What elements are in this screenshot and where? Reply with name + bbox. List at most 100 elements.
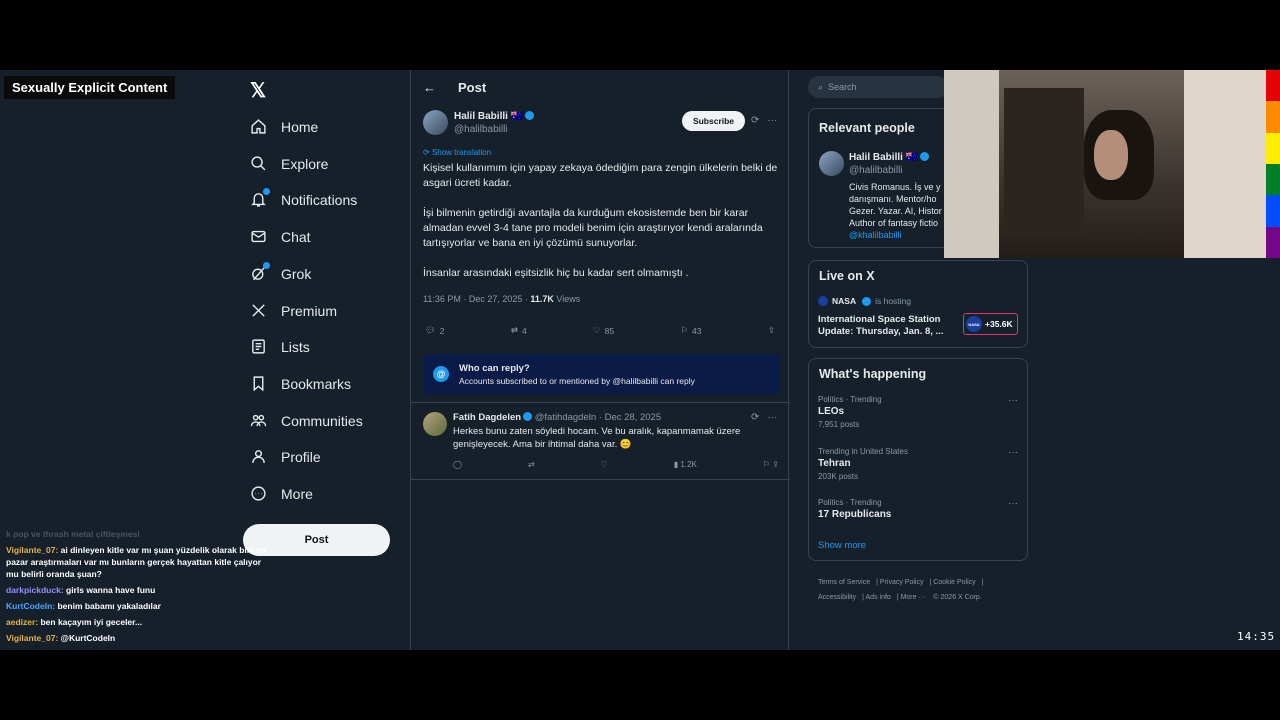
relevant-person[interactable]: Halil Babilli 🇦🇺 @halilbabilli Civis Rom… bbox=[849, 151, 944, 242]
avatar[interactable] bbox=[819, 151, 844, 176]
author-handle[interactable]: @halilbabilli bbox=[454, 123, 534, 136]
chat-text: ben kaçayım iyi geceler... bbox=[38, 617, 143, 627]
relevant-person-handle[interactable]: @halilbabilli bbox=[849, 164, 944, 177]
show-translation-link[interactable]: ⟳ Show translation bbox=[423, 148, 491, 157]
search-input[interactable]: ⌕ Search bbox=[808, 76, 948, 98]
post-actions: 💬︎ 2 ⇄ 4 ♡ 85 ⚐ 43 ⇪ bbox=[425, 325, 775, 336]
chat-text: benim babamı yakaladılar bbox=[55, 601, 161, 611]
nav-communities[interactable]: Communities bbox=[250, 412, 363, 429]
footer-link[interactable]: Ads info bbox=[866, 594, 891, 601]
more-options-icon[interactable]: ··· bbox=[1008, 395, 1018, 406]
chat-text: @KurtCodeIn bbox=[58, 633, 116, 643]
x-logo-icon[interactable]: 𝕏 bbox=[250, 78, 266, 103]
grok-badge bbox=[263, 262, 270, 269]
nav-home[interactable]: Home bbox=[250, 118, 318, 135]
nav-chat[interactable]: Chat bbox=[250, 228, 311, 245]
share-icon: ⇪ bbox=[767, 325, 775, 335]
post-author[interactable]: Halil Babilli 🇦🇺 @halilbabilli bbox=[423, 110, 535, 136]
who-can-reply-box: @ Who can reply? Accounts subscribed to … bbox=[423, 354, 780, 394]
relevant-person-bio: Civis Romanus. İş ve y danışmanı. Mentor… bbox=[849, 182, 942, 228]
grok-icon[interactable]: ⟳ bbox=[751, 115, 759, 126]
like-action[interactable]: ♡ 85 bbox=[593, 325, 614, 336]
nav-premium[interactable]: Premium bbox=[250, 302, 337, 319]
trend-title: 17 Republicans bbox=[818, 509, 892, 520]
show-translation-label: Show translation bbox=[431, 148, 492, 157]
nav-bookmarks[interactable]: Bookmarks bbox=[250, 375, 351, 392]
more-options-icon[interactable]: ··· bbox=[1008, 498, 1018, 509]
chat-user: aedizer: bbox=[6, 617, 39, 627]
relevant-people-title: Relevant people bbox=[819, 121, 915, 135]
post-paragraph: İnsanlar arasındaki eşitsizlik hiç bu ka… bbox=[423, 267, 689, 279]
avatar[interactable] bbox=[423, 412, 447, 436]
verified-icon bbox=[525, 111, 535, 120]
verified-icon bbox=[862, 296, 872, 306]
footer-link[interactable]: Privacy Policy bbox=[880, 579, 924, 586]
divider bbox=[411, 402, 790, 403]
bell-icon bbox=[250, 188, 270, 208]
bookmark-action[interactable]: ⚐ 43 bbox=[680, 325, 701, 336]
heart-icon[interactable]: ♡ bbox=[601, 460, 608, 469]
subscribe-button[interactable]: Subscribe bbox=[682, 111, 745, 131]
chat-text: girls wanna have funu bbox=[63, 585, 156, 595]
bookmark-icon[interactable]: ⚐ bbox=[763, 460, 770, 469]
reply-handle-date[interactable]: @fatihdagdeln · Dec 28, 2025 bbox=[535, 412, 661, 423]
show-more-link[interactable]: Show more bbox=[818, 540, 866, 551]
reply-author-name[interactable]: Fatih Dagdelen bbox=[453, 412, 521, 423]
avatar[interactable] bbox=[423, 110, 448, 135]
more-options-icon[interactable]: ··· bbox=[767, 412, 777, 423]
nav-more[interactable]: More bbox=[250, 485, 313, 502]
footer-link[interactable]: Accessibility bbox=[818, 594, 856, 601]
reply-top-icons: ⟳ ··· bbox=[751, 412, 777, 423]
nav-profile[interactable]: Profile bbox=[250, 448, 321, 465]
whats-happening-title: What's happening bbox=[819, 367, 927, 381]
views-action[interactable]: ▮ 1.2K bbox=[674, 460, 697, 469]
repost-icon: ⇄ bbox=[510, 325, 518, 335]
live-host[interactable]: NASA is hosting bbox=[818, 296, 911, 306]
chat-line: darkpickduck: girls wanna have funu bbox=[6, 584, 276, 596]
footer-link[interactable]: More ··· bbox=[901, 594, 926, 601]
reply-icon[interactable]: ◯ bbox=[453, 460, 462, 469]
repost-icon[interactable]: ⇄ bbox=[528, 460, 535, 469]
live-count-value: +35.6K bbox=[985, 319, 1013, 329]
relevant-person-mention[interactable]: @khalilbabilli bbox=[849, 229, 944, 242]
live-event-title[interactable]: International Space Station Update: Thur… bbox=[818, 314, 958, 338]
author-name[interactable]: Halil Babilli bbox=[454, 111, 508, 122]
page-title: Post bbox=[458, 80, 487, 95]
relevant-person-name[interactable]: Halil Babilli bbox=[849, 152, 903, 163]
live-title: Live on X bbox=[819, 269, 875, 283]
reply-post[interactable]: Fatih Dagdelen @fatihdagdeln · Dec 28, 2… bbox=[423, 412, 783, 451]
repost-action[interactable]: ⇄ 4 bbox=[511, 325, 527, 336]
share-action[interactable]: ⇪ bbox=[768, 325, 775, 336]
nav-grok[interactable]: Grok bbox=[250, 262, 311, 282]
post-header: ← Post bbox=[423, 80, 486, 95]
nav-explore[interactable]: Explore bbox=[250, 155, 328, 172]
flag-icon: 🇦🇺 bbox=[510, 111, 524, 122]
live-listener-count[interactable]: NASA +35.6K bbox=[963, 313, 1018, 335]
search-icon: ⌕ bbox=[818, 81, 824, 92]
main-column: ← Post Halil Babilli 🇦🇺 @halilbabilli Su… bbox=[410, 70, 790, 650]
nav-chat-label: Chat bbox=[281, 228, 311, 245]
post-timestamp[interactable]: 11:36 PM · Dec 27, 2025 · bbox=[423, 294, 530, 304]
more-options-icon[interactable]: ··· bbox=[1008, 447, 1018, 458]
nav-notifications-label: Notifications bbox=[281, 191, 358, 208]
mail-icon bbox=[250, 228, 267, 245]
post-top-icons: ⟳ ··· bbox=[751, 115, 777, 126]
bookmark-icon: ⚐ bbox=[680, 325, 689, 335]
trend-item[interactable]: Politics · Trending LEOs 7,951 posts ··· bbox=[818, 395, 1018, 429]
share-icon[interactable]: ⇪ bbox=[772, 460, 779, 469]
webcam-person-face bbox=[1094, 130, 1128, 180]
chat-user: KurtCodeIn: bbox=[6, 601, 56, 611]
more-options-icon[interactable]: ··· bbox=[767, 115, 777, 126]
post-paragraph: İşi bilmenin getirdiği avantajla da kurd… bbox=[423, 207, 763, 249]
reply-count: 2 bbox=[439, 325, 445, 336]
trend-item[interactable]: Politics · Trending 17 Republicans ··· bbox=[818, 498, 1018, 520]
nav-lists[interactable]: Lists bbox=[250, 338, 310, 355]
nav-notifications[interactable]: Notifications bbox=[250, 188, 358, 208]
footer-link[interactable]: Cookie Policy bbox=[933, 579, 975, 586]
footer-link[interactable]: Terms of Service bbox=[818, 579, 870, 586]
trend-item[interactable]: Trending in United States Tehran 203K po… bbox=[818, 447, 1018, 481]
reply-action[interactable]: 💬︎ 2 bbox=[425, 325, 445, 336]
back-arrow-icon[interactable]: ← bbox=[423, 80, 436, 95]
grok-icon[interactable]: ⟳ bbox=[751, 412, 759, 423]
chat-user: Vigilante_07: bbox=[6, 545, 59, 555]
